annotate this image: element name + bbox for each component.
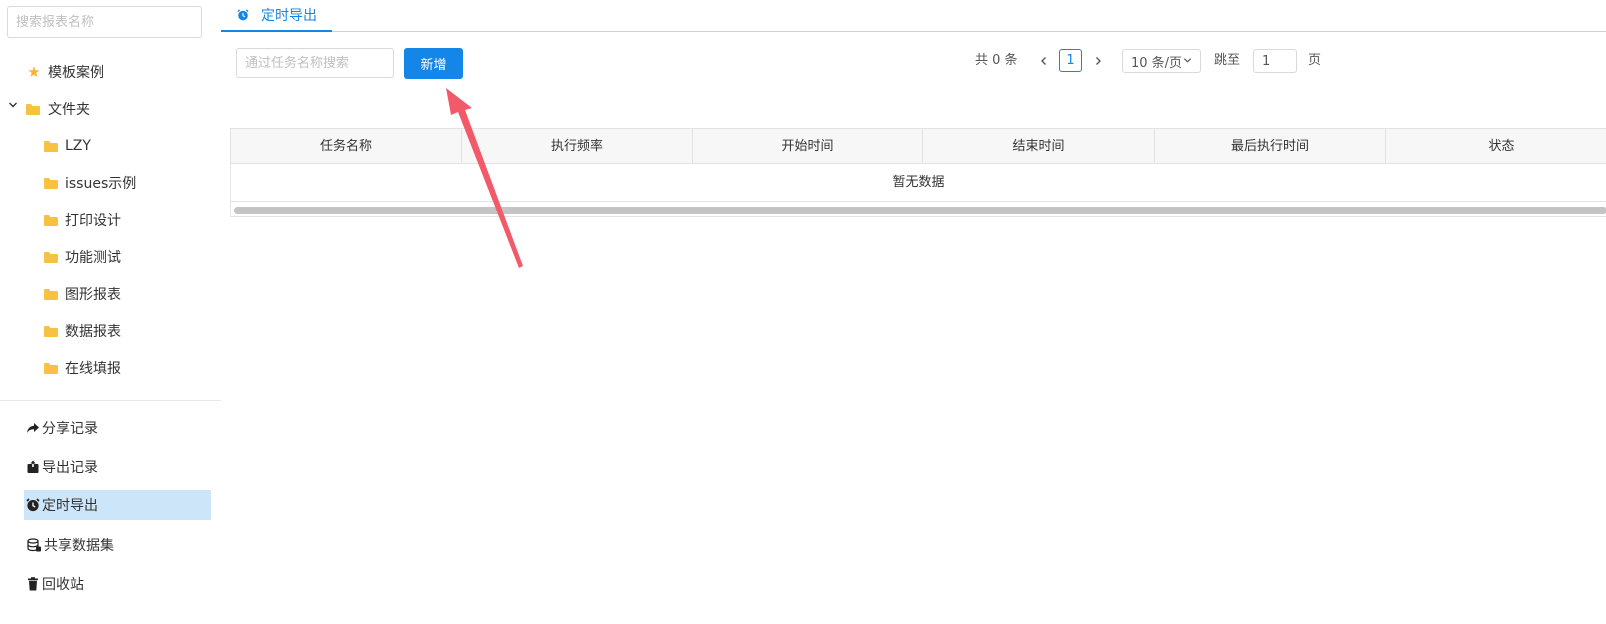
nav-label: 定时导出 (42, 498, 98, 514)
tree-item-chart-report[interactable]: 图形报表 (44, 282, 121, 306)
alarm-clock-icon (26, 498, 40, 512)
empty-state-text: 暂无数据 (231, 164, 1606, 202)
folder-icon (44, 140, 58, 152)
tree-item-label: 功能测试 (65, 250, 121, 266)
jump-label: 跳至 (1214, 53, 1241, 68)
annotation-arrow (446, 88, 523, 268)
page-suffix: 页 (1308, 53, 1322, 68)
column-header-frequency[interactable]: 执行频率 (462, 129, 693, 164)
tab-scheduled-export[interactable]: 定时导出 (221, 0, 332, 32)
column-header-status[interactable]: 状态 (1386, 129, 1606, 164)
folder-icon (26, 103, 40, 115)
alarm-clock-icon (237, 9, 249, 21)
folder-icon (44, 288, 58, 300)
tree-item-print-design[interactable]: 打印设计 (44, 208, 121, 232)
chevron-right-icon (1096, 57, 1101, 65)
chevron-down-icon (1183, 58, 1192, 63)
task-name-search-input[interactable] (236, 48, 394, 78)
jump-page-input[interactable] (1253, 49, 1297, 73)
tree-item-label: 文件夹 (48, 102, 90, 118)
tree-item-data-report[interactable]: 数据报表 (44, 319, 121, 343)
next-page-button[interactable] (1090, 50, 1106, 72)
page-size-value: 10 条/页 (1131, 55, 1183, 71)
nav-label: 导出记录 (42, 460, 98, 476)
tree-item-label: LZY (65, 138, 91, 154)
nav-label: 分享记录 (42, 421, 98, 437)
table-header: 任务名称 执行频率 开始时间 结束时间 最后执行时间 状态 (231, 129, 1606, 164)
nav-export-records[interactable]: 导出记录 (24, 452, 211, 482)
report-search-input[interactable] (7, 6, 202, 38)
tree-item-label: 在线填报 (65, 361, 121, 377)
tree-item-template-cases[interactable]: ★ 模板案例 (26, 60, 104, 84)
tree-item-label: issues示例 (65, 176, 137, 192)
column-header-task-name[interactable]: 任务名称 (231, 129, 462, 164)
nav-shared-datasets[interactable]: 共享数据集 (24, 530, 211, 560)
trash-icon (28, 577, 38, 591)
folder-icon (44, 251, 58, 263)
tab-label: 定时导出 (261, 8, 317, 24)
folder-icon (44, 177, 58, 189)
database-icon (27, 538, 41, 552)
star-icon: ★ (27, 63, 41, 81)
tree-item-label: 图形报表 (65, 287, 121, 303)
folder-icon (44, 214, 58, 226)
export-icon (27, 460, 39, 473)
folder-icon (44, 362, 58, 374)
share-icon (27, 423, 39, 433)
horizontal-scrollbar[interactable] (234, 207, 1606, 214)
column-header-end-time[interactable]: 结束时间 (923, 129, 1155, 164)
sidebar-divider (0, 400, 221, 401)
tree-item-lzy[interactable]: LZY (44, 134, 91, 158)
sidebar: ★ 模板案例 文件夹 LZY issues示例 打印设计 功能测试 图形报表 数… (0, 0, 221, 624)
tree-item-folder-root[interactable]: 文件夹 (26, 97, 90, 121)
pager-total: 共 0 条 (975, 53, 1018, 68)
nav-scheduled-export[interactable]: 定时导出 (24, 490, 211, 520)
page-size-select[interactable]: 10 条/页 (1122, 49, 1201, 73)
task-table: 任务名称 执行频率 开始时间 结束时间 最后执行时间 状态 暂无数据 (230, 128, 1606, 217)
column-header-start-time[interactable]: 开始时间 (693, 129, 923, 164)
column-header-last-run[interactable]: 最后执行时间 (1155, 129, 1386, 164)
prev-page-button[interactable] (1036, 50, 1052, 72)
tree-item-label: 模板案例 (48, 65, 104, 81)
tree-item-label: 打印设计 (65, 213, 121, 229)
nav-recycle-bin[interactable]: 回收站 (24, 569, 211, 599)
chevron-left-icon (1041, 57, 1046, 65)
add-button[interactable]: 新增 (404, 48, 463, 79)
tab-bar: 定时导出 (221, 0, 1606, 32)
tree-item-online-fill[interactable]: 在线填报 (44, 356, 121, 380)
tree-item-issues[interactable]: issues示例 (44, 171, 136, 195)
tree-item-label: 数据报表 (65, 324, 121, 340)
page-number-current[interactable]: 1 (1059, 49, 1082, 72)
nav-share-records[interactable]: 分享记录 (24, 413, 211, 443)
tree-item-feature-test[interactable]: 功能测试 (44, 245, 121, 269)
nav-label: 共享数据集 (44, 538, 114, 554)
nav-label: 回收站 (42, 577, 84, 593)
folder-icon (44, 325, 58, 337)
chevron-down-icon[interactable] (8, 100, 18, 110)
